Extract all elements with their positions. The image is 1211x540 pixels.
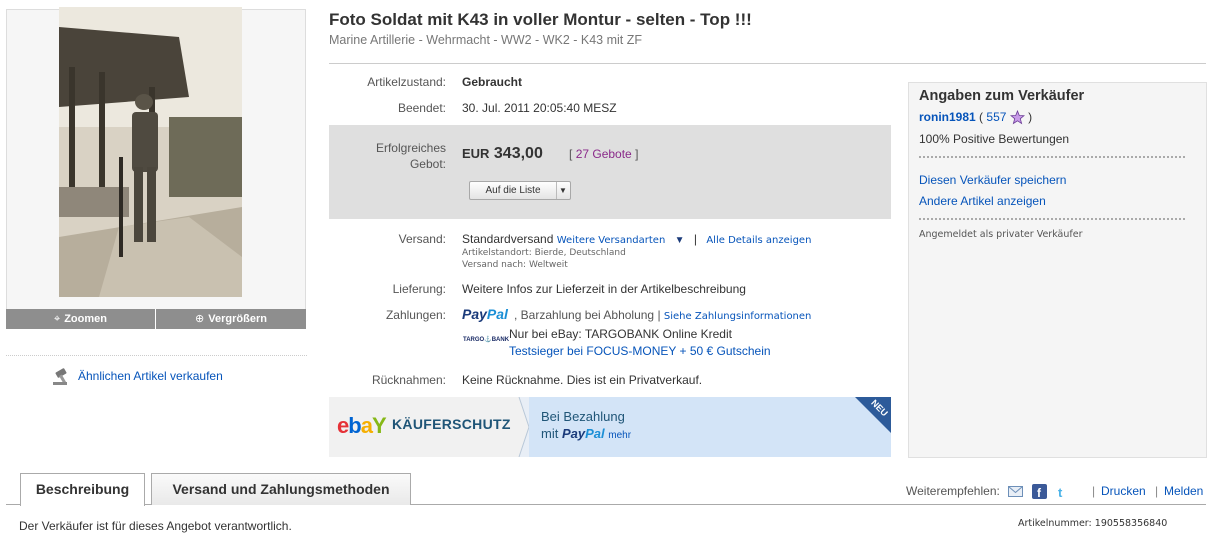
price-currency: EUR [462,146,490,161]
targobank-logo: TARGO⚓BANK [463,337,510,343]
bid-count: [ 27 Gebote ] [569,147,638,161]
other-items-link[interactable]: Andere Artikel anzeigen [919,194,1046,208]
targobank-link[interactable]: Testsieger bei FOCUS-MONEY + 50 € Gutsch… [509,344,771,358]
paypal-wordmark: PayPal [561,426,605,441]
item-subtitle: Marine Artillerie - Wehrmacht - WW2 - WK… [329,33,643,47]
gavel-icon [53,368,67,385]
private-seller-note: Angemeldet als privater Verkäufer [919,229,1083,240]
divider [6,355,307,356]
buyer-protection-banner[interactable]: ebaY KÄUFERSCHUTZ Bei Bezahlung mit PayP… [329,397,891,457]
shipping-value: Standardversand [462,232,554,246]
banner-more-link[interactable]: mehr [608,430,631,441]
seller-name-link[interactable]: ronin1981 [919,110,976,124]
bid-history-link[interactable]: 27 Gebote [576,147,632,161]
payment-info-link[interactable]: Siehe Zahlungsinformationen [664,311,811,322]
add-to-watchlist-button[interactable]: Auf die Liste ▼ [469,181,571,200]
separator: | [1155,484,1159,498]
divider [919,156,1185,158]
crosshair-icon: ⌖ [54,313,61,325]
ended-label: Beendet: [397,101,446,115]
bids-close: ] [635,147,639,161]
returns-value: Keine Rücknahme. Dies ist ein Privatverk… [462,373,703,387]
returns-label: Rücknahmen: [371,373,446,387]
tab-description[interactable]: Beschreibung [20,473,145,506]
zoom-button[interactable]: ⌖ Zoomen [6,309,156,329]
divider [919,218,1185,220]
banner-arrow-divider [515,397,529,457]
paypal-logo: PayPal [462,306,508,322]
chevron-down-icon[interactable]: ▼ [557,182,569,199]
report-link[interactable]: Melden [1164,484,1203,498]
star-icon [1009,110,1025,125]
banner-line1: Bei Bezahlung [541,409,625,424]
separator: | [693,232,697,246]
separator: | [1092,484,1096,498]
sell-similar-label: Ähnlichen Artikel verkaufen [78,369,223,384]
shipping-row: Standardversand Weitere Versandarten ▼ |… [462,232,811,246]
ships-to: Versand nach: Weltweit [462,260,568,270]
feedback-score-link[interactable]: 557 [986,110,1006,124]
ended-value: 30. Jul. 2011 20:05:40 MESZ [462,101,617,115]
item-photo[interactable] [59,7,242,297]
triangle-down-icon[interactable]: ▼ [675,235,685,246]
item-number: Artikelnummer: 190558356840 [1018,518,1168,529]
delivery-label: Lieferung: [392,282,446,296]
item-location: Artikelstandort: Bierde, Deutschland [462,248,626,258]
enlarge-button[interactable]: ⊕ Vergrößern [156,309,306,329]
sell-similar-link[interactable]: Ähnlichen Artikel verkaufen [52,368,223,386]
shipping-label: Versand: [398,232,446,246]
payment-value: , Barzahlung bei Abholung | [514,308,661,322]
seller-identity: ronin1981 ( 557 ) [919,110,1033,125]
bids-open: [ [569,147,573,161]
payment-methods: , Barzahlung bei Abholung | Siehe Zahlun… [514,308,811,322]
svg-text:t: t [1058,485,1063,499]
watchlist-label: Auf die Liste [470,182,557,199]
buyer-protection-title: KÄUFERSCHUTZ [392,416,511,432]
share-label: Weiterempfehlen: [906,484,1000,498]
share-row: Weiterempfehlen: f t [906,484,1070,500]
print-link[interactable]: Drucken [1101,484,1146,498]
bid-box [329,125,891,219]
positive-feedback: 100% Positive Bewertungen [919,132,1070,146]
targobank-text: Nur bei eBay: TARGOBANK Online Kredit [509,327,732,341]
item-title: Foto Soldat mit K43 in voller Montur - s… [329,10,752,29]
facebook-icon[interactable]: f [1031,484,1047,500]
tab-shipping-payment[interactable]: Versand und Zahlungsmethoden [151,473,411,505]
seller-responsibility-note: Der Verkäufer ist für dieses Angebot ver… [19,519,292,533]
delivery-value: Weitere Infos zur Lieferzeit in der Arti… [462,282,746,296]
email-icon[interactable] [1008,485,1024,498]
condition-label: Artikelzustand: [367,75,446,89]
enlarge-label: Vergrößern [208,313,267,325]
price-amount: 343,00 [493,145,543,162]
banner-line2: mit PayPal mehr [541,426,632,441]
winning-price: EUR 343,00 [462,145,543,163]
divider [329,63,1206,64]
more-shipping-link[interactable]: Weitere Versandarten [557,235,666,246]
shipping-details-link[interactable]: Alle Details anzeigen [706,235,811,246]
bid-label-line2: Gebot: [409,157,446,171]
twitter-icon[interactable]: t [1055,484,1070,499]
magnifier-plus-icon: ⊕ [195,313,205,325]
zoom-label: Zoomen [64,313,107,325]
seller-heading: Angaben zum Verkäufer [919,88,1085,104]
image-toolbar: ⌖ Zoomen ⊕ Vergrößern [6,309,306,329]
ebay-logo: ebaY [337,413,387,438]
payment-label: Zahlungen: [385,308,446,322]
condition-value: Gebraucht [462,75,523,89]
bid-label-line1: Erfolgreiches [375,141,446,155]
save-seller-link[interactable]: Diesen Verkäufer speichern [919,173,1066,187]
